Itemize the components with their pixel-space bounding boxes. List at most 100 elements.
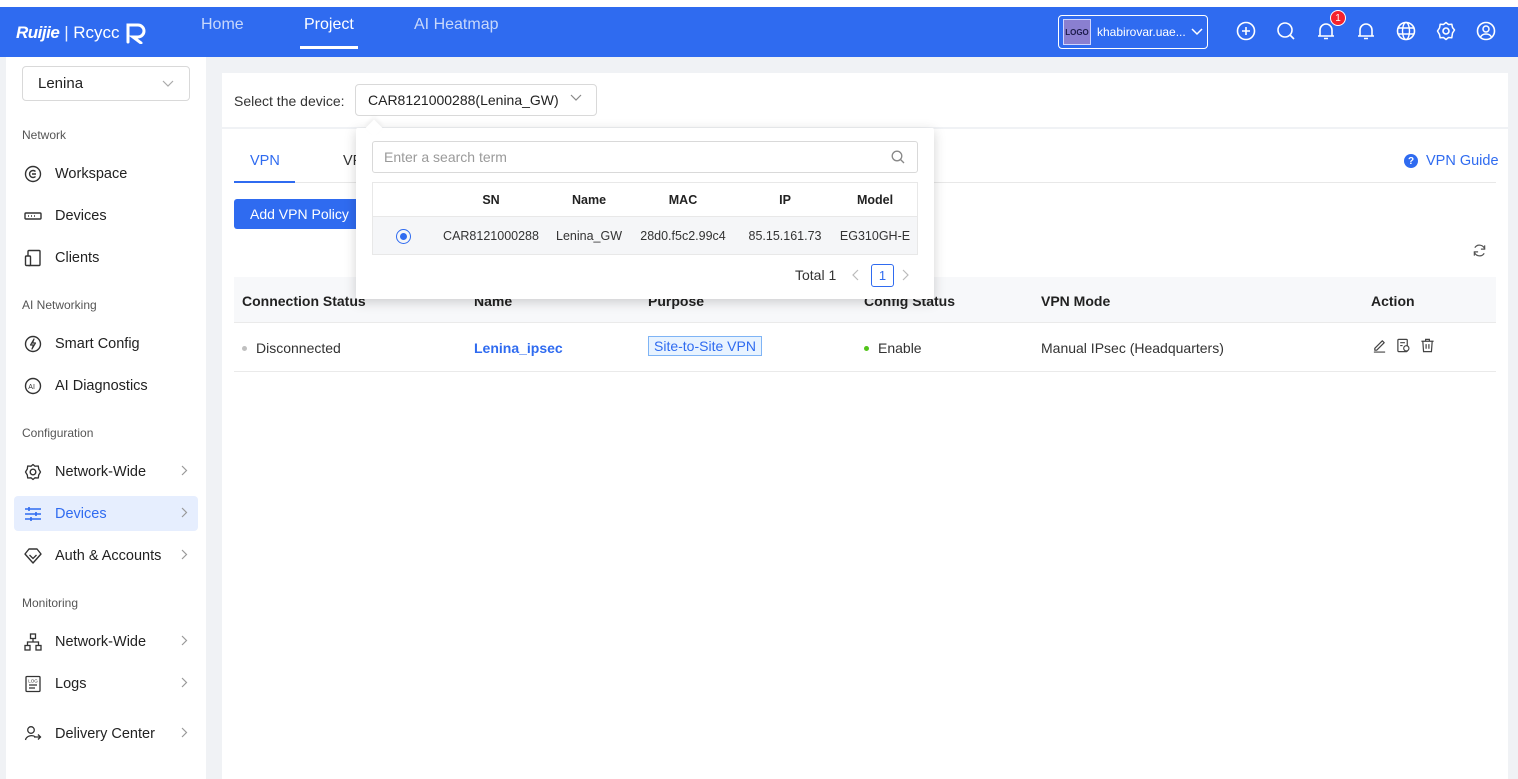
column-header: Name	[571, 193, 607, 207]
device-search-box	[372, 141, 918, 173]
device-mac: 28d0.f5c2.99c4	[640, 229, 726, 243]
add-icon[interactable]	[1235, 20, 1257, 42]
group-title-monitoring: Monitoring	[22, 596, 79, 610]
sidebar-item-label: Delivery Center	[55, 725, 155, 742]
devices-icon	[23, 206, 43, 226]
logo-brand: Ruijie	[16, 23, 60, 42]
nav-active-indicator	[300, 46, 358, 49]
gear-icon	[23, 462, 43, 482]
chevron-down-icon	[1191, 28, 1203, 36]
topology-icon	[23, 632, 43, 652]
bell-icon[interactable]	[1355, 20, 1377, 42]
project-select[interactable]: Lenina	[22, 66, 190, 101]
column-header: IP	[779, 193, 791, 207]
tab-vpn[interactable]: VPN	[250, 153, 280, 169]
search-icon[interactable]	[891, 150, 905, 167]
device-select[interactable]: CAR8121000288(Lenina_GW)	[355, 84, 597, 116]
sidebar-item-label: Logs	[55, 675, 87, 692]
add-vpn-policy-button[interactable]: Add VPN Policy	[234, 199, 360, 229]
help-icon: ?	[1404, 154, 1418, 168]
sliders-icon	[23, 504, 43, 524]
pagination-current-page[interactable]: 1	[871, 264, 894, 287]
device-search-input[interactable]	[373, 142, 873, 172]
pagination-prev-icon[interactable]	[851, 268, 861, 284]
sidebar-item-monitoring-network-wide[interactable]: Network-Wide	[14, 624, 198, 659]
settings-icon[interactable]	[1435, 20, 1457, 42]
svg-text:LOG: LOG	[28, 678, 38, 683]
refresh-icon[interactable]	[1472, 243, 1487, 261]
config-status-text: Enable	[878, 340, 922, 356]
device-select-value: CAR8121000288(Lenina_GW)	[368, 92, 559, 108]
chevron-right-icon	[181, 677, 188, 688]
delivery-icon	[23, 724, 43, 744]
nav-ai-heatmap[interactable]: AI Heatmap	[414, 16, 498, 34]
sidebar-item-label: Devices	[55, 207, 107, 224]
sidebar-item-ai-diagnostics[interactable]: AI AI Diagnostics	[14, 368, 198, 403]
sidebar-item-clients[interactable]: Clients	[14, 240, 198, 275]
sidebar-item-label: Workspace	[55, 165, 128, 182]
column-header: Action	[1371, 293, 1415, 309]
table-row: Disconnected Lenina_ipsec Site-to-Site V…	[234, 324, 1496, 372]
purpose-tag-text: Site-to-Site VPN	[648, 336, 762, 356]
logo-product: Rcycc	[73, 23, 120, 42]
sidebar-item-logs[interactable]: LOG Logs	[14, 666, 198, 701]
column-header: Model	[856, 193, 894, 207]
clients-icon	[23, 248, 43, 268]
sidebar-item-label: Devices	[55, 505, 107, 522]
edit-icon[interactable]	[1372, 338, 1387, 356]
user-icon[interactable]	[1475, 20, 1497, 42]
device-sn: CAR8121000288	[443, 229, 539, 243]
vpn-name-link[interactable]: Lenina_ipsec	[474, 340, 563, 356]
account-name: khabirovar.uae...	[1097, 25, 1186, 39]
svg-text:AI: AI	[28, 384, 35, 391]
sidebar-item-network-wide[interactable]: Network-Wide	[14, 454, 198, 489]
globe-icon[interactable]	[1395, 20, 1417, 42]
sidebar-item-delivery-center[interactable]: Delivery Center	[14, 716, 198, 751]
nav-home[interactable]: Home	[201, 16, 244, 34]
pagination-total: Total 1	[795, 267, 837, 283]
connection-status: Disconnected	[242, 340, 341, 356]
ai-diagnostics-icon: AI	[23, 376, 43, 396]
vpn-mode: Manual IPsec (Headquarters)	[1041, 340, 1224, 356]
account-logo: LOGO	[1063, 19, 1091, 45]
logs-icon: LOG	[23, 674, 43, 694]
sidebar-item-workspace[interactable]: Workspace	[14, 156, 198, 191]
logo-mark-icon	[126, 23, 145, 44]
column-header: MAC	[668, 193, 698, 207]
device-model: EG310GH-E	[839, 229, 911, 243]
connection-status-text: Disconnected	[256, 340, 341, 356]
device-select-label: Select the device:	[234, 93, 345, 109]
sidebar-item-devices[interactable]: Devices	[14, 198, 198, 233]
sidebar-item-smart-config[interactable]: Smart Config	[14, 326, 198, 361]
purpose-tag: Site-to-Site VPN	[648, 336, 762, 356]
pagination-next-icon[interactable]	[900, 268, 910, 284]
view-details-icon[interactable]	[1396, 338, 1411, 356]
sidebar-item-label: Network-Wide	[55, 633, 147, 650]
column-header: Connection Status	[242, 293, 366, 309]
device-radio-selected[interactable]	[396, 229, 411, 244]
chevron-right-icon	[181, 465, 188, 476]
nav-project[interactable]: Project	[304, 16, 354, 34]
group-title-configuration: Configuration	[22, 426, 94, 440]
sidebar-item-auth-accounts[interactable]: Auth & Accounts	[14, 538, 198, 573]
device-table-row[interactable]: CAR8121000288 Lenina_GW 28d0.f5c2.99c4 8…	[372, 216, 918, 255]
group-title-network: Network	[22, 128, 67, 142]
chevron-right-icon	[181, 507, 188, 518]
project-select-value: Lenina	[38, 75, 84, 92]
vpn-guide-label: VPN Guide	[1426, 153, 1499, 169]
account-switcher[interactable]: LOGO khabirovar.uae...	[1058, 15, 1208, 49]
sidebar-item-config-devices[interactable]: Devices	[14, 496, 198, 531]
diamond-icon	[23, 546, 43, 566]
sidebar-item-label: AI Diagnostics	[55, 377, 148, 394]
column-header: SN	[482, 193, 500, 207]
workspace-icon	[23, 164, 43, 184]
vpn-guide-link[interactable]: ? VPN Guide	[1404, 153, 1499, 169]
delete-icon[interactable]	[1420, 338, 1435, 356]
search-icon[interactable]	[1275, 20, 1297, 42]
sidebar-item-label: Clients	[55, 249, 100, 266]
brand-logo[interactable]: Ruijie | Rcycc	[16, 22, 151, 44]
notification-badge: 1	[1330, 10, 1346, 26]
tab-active-indicator	[234, 181, 295, 183]
device-name: Lenina_GW	[555, 229, 623, 243]
smart-config-icon	[23, 334, 43, 354]
